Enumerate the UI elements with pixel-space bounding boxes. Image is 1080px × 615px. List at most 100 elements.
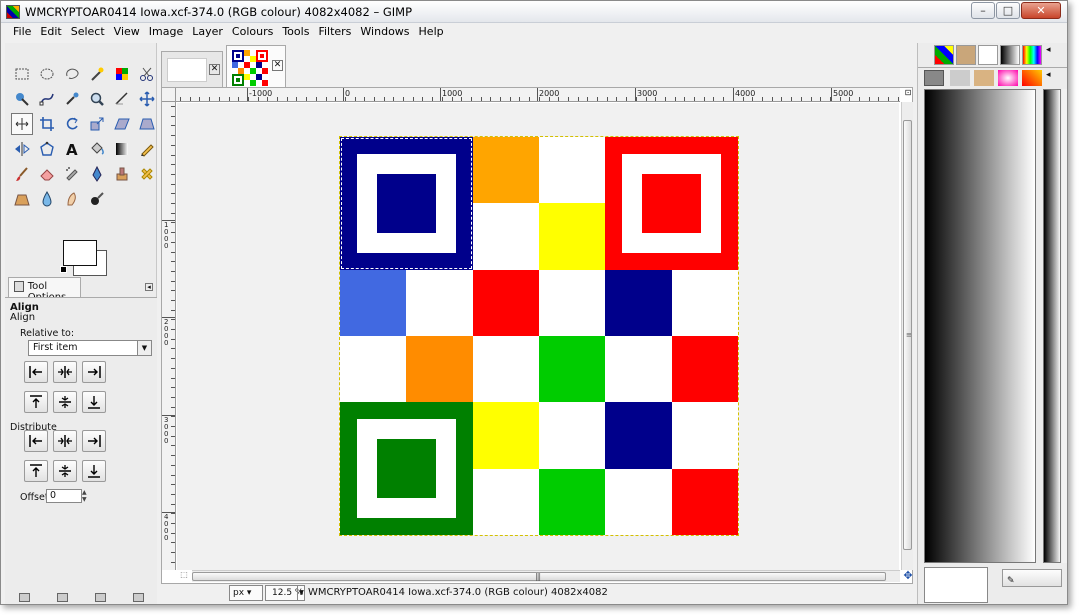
save-options-icon[interactable] [18,592,30,602]
maximize-button[interactable]: □ [996,2,1020,19]
tool-blur[interactable] [36,188,58,210]
menu-file[interactable]: File [9,24,36,41]
dock-scrollbar[interactable] [1062,89,1067,563]
dock-menu-icon[interactable]: ◂ [1046,70,1060,86]
chevron-down-icon[interactable]: ▼ [297,585,305,601]
menu-select[interactable]: Select [67,24,110,41]
menu-help[interactable]: Help [415,24,449,41]
foreground-color-swatch[interactable] [63,240,97,266]
menu-edit[interactable]: Edit [36,24,66,41]
tool-by-color-select[interactable] [111,63,133,85]
tool-ellipse-select[interactable] [36,63,58,85]
gimp-app-icon[interactable] [6,5,20,19]
tool-color-picker[interactable] [61,88,83,110]
zoom-to-fit-icon[interactable]: ⊡ [902,88,914,102]
menu-layer[interactable]: Layer [188,24,228,41]
tool-foreground-select[interactable] [11,88,33,110]
align-left-button[interactable] [24,361,48,383]
image-tab-blank[interactable]: ✕ [161,51,223,87]
menu-filters[interactable]: Filters [314,24,356,41]
tool-move[interactable] [136,88,158,110]
align-center-button[interactable] [53,361,77,383]
close-button[interactable]: ✕ [1021,2,1061,19]
edit-button[interactable]: ✎ [1002,569,1062,587]
tool-paintbrush[interactable] [11,163,33,185]
tool-flip[interactable] [11,138,33,160]
menu-image[interactable]: Image [145,24,188,41]
tool-fuzzy-select[interactable] [86,63,108,85]
distribute-left-button[interactable] [24,430,48,452]
tool-crop[interactable] [36,113,58,135]
align-top-button[interactable] [24,391,48,413]
vertical-scroll-thumb[interactable]: ≡ [903,120,912,550]
canvas-viewport[interactable] [177,103,899,570]
vertical-scrollbar[interactable]: ≡ [901,102,913,570]
minimize-button[interactable]: – [971,2,995,19]
tool-bucket-fill[interactable] [86,138,108,160]
tool-blend[interactable] [111,138,133,160]
navigate-icon[interactable]: ✥ [902,570,914,582]
paintbrush-tab-icon[interactable] [974,70,994,86]
device-status-icon[interactable] [924,70,944,86]
close-icon[interactable]: ✕ [272,60,283,71]
align-bottom-button[interactable] [82,391,106,413]
vertical-ruler[interactable]: 1000 2000 3000 4000 [162,102,176,570]
fg-bg-colors[interactable] [60,238,113,282]
menu-view[interactable]: View [110,24,145,41]
tool-scissors[interactable] [136,63,158,85]
tool-dodge-burn[interactable] [86,188,108,210]
align-middle-button[interactable] [53,391,77,413]
tool-ink[interactable] [86,163,108,185]
ruler-corner-icon[interactable] [162,88,176,102]
tool-perspective[interactable] [136,113,158,135]
tool-perspective-clone[interactable] [11,188,33,210]
tool-paths[interactable] [36,88,58,110]
palettes-tab-icon[interactable] [1022,45,1042,65]
tool-align[interactable] [11,113,33,135]
tool-shear[interactable] [111,113,133,135]
unit-select[interactable]: px ▾ [229,585,263,601]
tool-rotate[interactable] [61,113,83,135]
align-right-button[interactable] [82,361,106,383]
dock-menu-icon[interactable]: ◂ [1046,45,1060,65]
colors-tab-icon[interactable] [998,70,1018,86]
tool-rect-select[interactable] [11,63,33,85]
brush-preview[interactable] [924,567,988,603]
horizontal-scrollbar[interactable]: ||| [192,570,900,582]
tool-smudge[interactable] [61,188,83,210]
horizontal-scroll-thumb[interactable]: ||| [192,572,886,581]
distribute-bottom-button[interactable] [82,460,106,482]
close-icon[interactable]: ✕ [209,64,220,75]
horizontal-ruler[interactable]: -1000 0 1000 2000 3000 4000 5000 [176,88,900,102]
patterns-tab-icon[interactable] [934,45,954,65]
distribute-middle-button[interactable] [53,460,77,482]
menu-tools[interactable]: Tools [278,24,314,41]
offset-input[interactable]: 0 [46,489,82,503]
menu-colours[interactable]: Colours [228,24,278,41]
qr-image[interactable] [339,136,739,536]
distribute-right-button[interactable] [82,430,106,452]
tab-menu-icon[interactable]: ◂ [145,283,153,291]
tool-text[interactable]: A [61,138,83,160]
gradient-preview[interactable] [924,89,1036,563]
chevron-down-icon[interactable]: ▼ [137,341,151,355]
distribute-center-button[interactable] [53,430,77,452]
quickmask-icon[interactable]: ⬚ [178,570,190,582]
tool-pencil[interactable] [136,138,158,160]
distribute-top-button[interactable] [24,460,48,482]
tool-cage[interactable] [36,138,58,160]
tool-free-select[interactable] [61,63,83,85]
palette-editor-icon[interactable] [1022,70,1042,86]
tool-measure[interactable] [111,88,133,110]
tool-heal[interactable] [136,163,158,185]
image-tab-qr[interactable]: ✕ [226,45,286,87]
offset-spinner-icon[interactable]: ▲ ▼ [82,489,88,503]
tool-clone[interactable] [111,163,133,185]
tool-eraser[interactable] [36,163,58,185]
tool-airbrush[interactable] [61,163,83,185]
delete-options-icon[interactable] [94,592,106,602]
crosshair-tab-icon[interactable] [978,45,998,65]
restore-options-icon[interactable] [56,592,68,602]
gradients-tab-icon[interactable] [1000,45,1020,65]
menu-windows[interactable]: Windows [356,24,414,41]
